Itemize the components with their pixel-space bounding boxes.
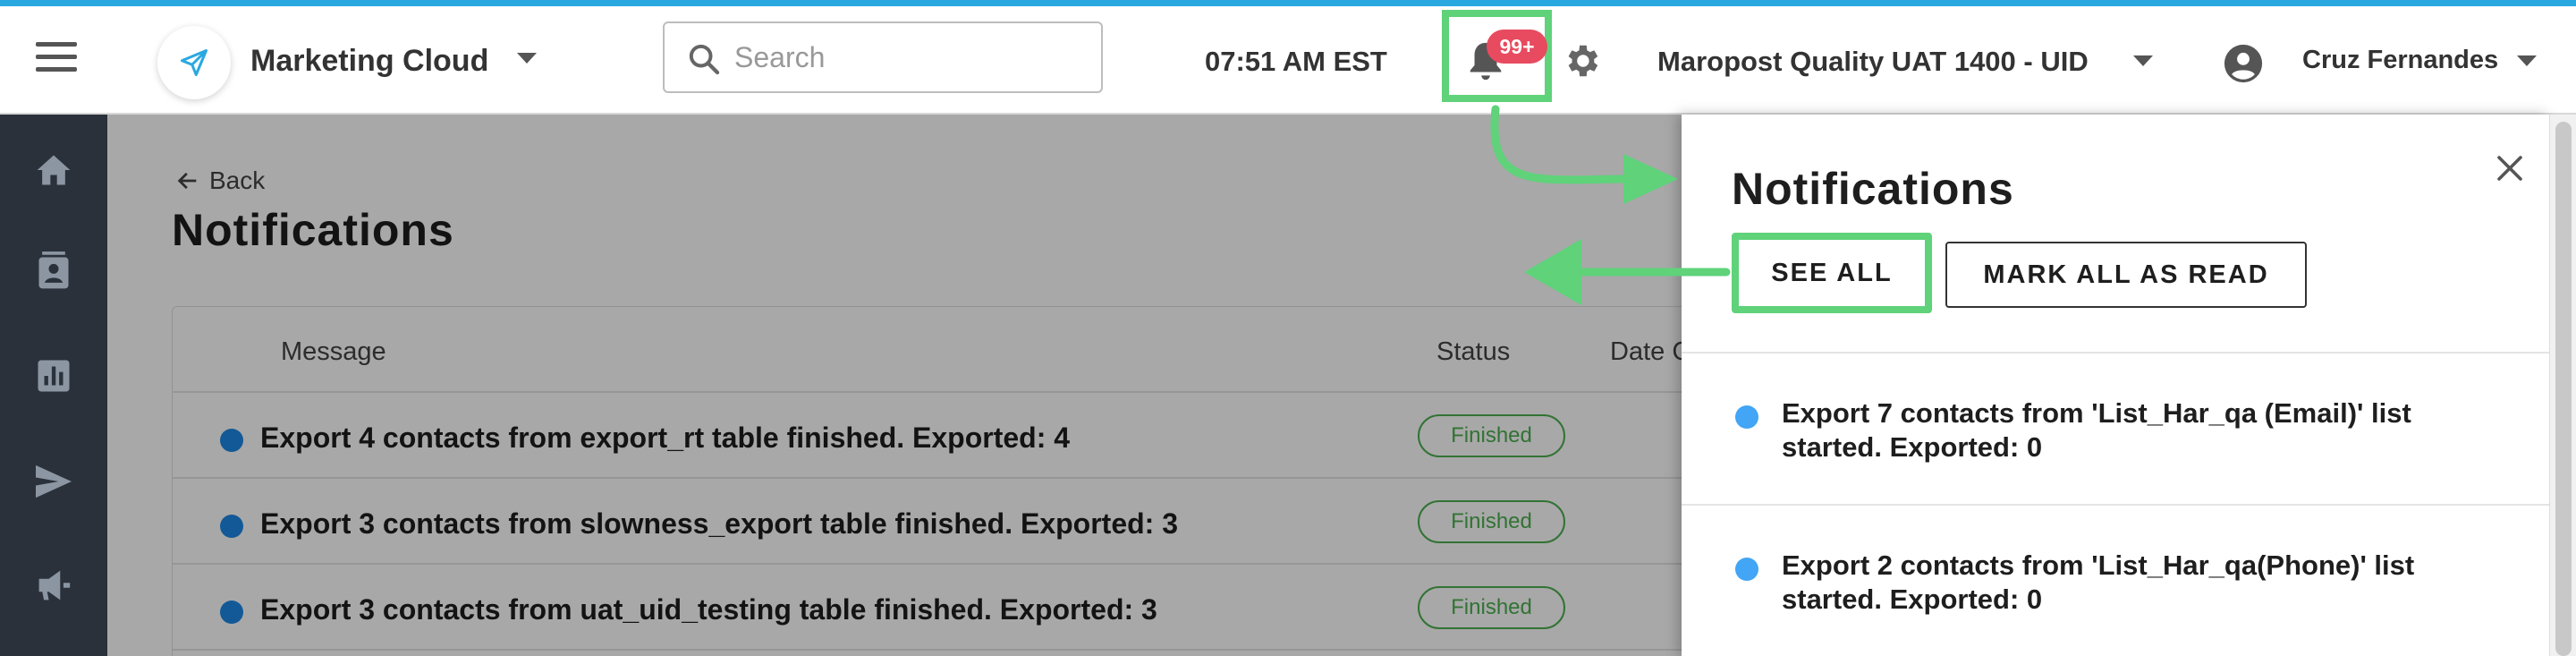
user-menu-chevron-down-icon[interactable] bbox=[2517, 55, 2537, 66]
clock-time: 07:51 AM EST bbox=[1205, 46, 1387, 77]
account-chevron-down-icon[interactable] bbox=[2133, 55, 2153, 66]
megaphone-icon bbox=[38, 570, 71, 601]
close-icon[interactable] bbox=[2494, 152, 2526, 184]
notification-item[interactable]: Export 2 contacts from 'List_Har_qa(Phon… bbox=[1682, 506, 2549, 656]
notification-item[interactable]: Export 7 contacts from 'List_Har_qa (Ema… bbox=[1682, 354, 2549, 506]
sidebar-item-campaigns[interactable] bbox=[29, 560, 79, 610]
app-switcher-chevron-down-icon[interactable] bbox=[517, 53, 537, 64]
account-selector[interactable]: Maropost Quality UAT 1400 - UID bbox=[1657, 46, 2089, 78]
gear-icon[interactable] bbox=[1561, 40, 1602, 81]
search-box[interactable] bbox=[663, 21, 1103, 93]
send-icon bbox=[36, 464, 72, 498]
sidebar-item-contacts[interactable] bbox=[29, 247, 79, 297]
notification-text: Export 2 contacts from 'List_Har_qa(Phon… bbox=[1782, 550, 2415, 615]
user-name[interactable]: Cruz Fernandes bbox=[2302, 46, 2498, 75]
notification-text: Export 7 contacts from 'List_Har_qa (Ema… bbox=[1782, 397, 2411, 463]
sidebar-item-send[interactable] bbox=[29, 456, 79, 507]
top-header: Marketing Cloud 07:51 AM EST 99+ Maropos… bbox=[0, 6, 2576, 115]
search-input[interactable] bbox=[734, 36, 1083, 79]
notifications-button[interactable]: 99+ bbox=[1442, 10, 1552, 102]
user-avatar-icon[interactable] bbox=[2223, 43, 2264, 84]
scrollbar-thumb[interactable] bbox=[2555, 122, 2572, 656]
paper-plane-icon bbox=[181, 49, 208, 76]
home-icon bbox=[37, 155, 71, 185]
menu-icon[interactable] bbox=[36, 42, 77, 78]
left-sidebar bbox=[0, 115, 107, 656]
top-accent-bar bbox=[0, 0, 2576, 6]
app-logo[interactable] bbox=[157, 26, 231, 99]
unread-dot bbox=[1735, 405, 1758, 429]
sidebar-item-reports[interactable] bbox=[29, 351, 79, 401]
notification-count-badge: 99+ bbox=[1487, 30, 1547, 64]
reports-icon bbox=[38, 360, 70, 392]
mark-all-as-read-button[interactable]: MARK ALL AS READ bbox=[1945, 242, 2307, 308]
notifications-panel: Notifications SEE ALL MARK ALL AS READ E… bbox=[1682, 115, 2549, 656]
app-name[interactable]: Marketing Cloud bbox=[250, 44, 488, 79]
sidebar-item-home[interactable] bbox=[29, 145, 79, 195]
search-icon bbox=[689, 44, 720, 75]
panel-title: Notifications bbox=[1732, 164, 2014, 214]
contacts-icon bbox=[38, 251, 69, 289]
panel-scrollbar[interactable] bbox=[2549, 115, 2576, 656]
see-all-button[interactable]: SEE ALL bbox=[1732, 233, 1932, 313]
unread-dot bbox=[1735, 558, 1758, 581]
